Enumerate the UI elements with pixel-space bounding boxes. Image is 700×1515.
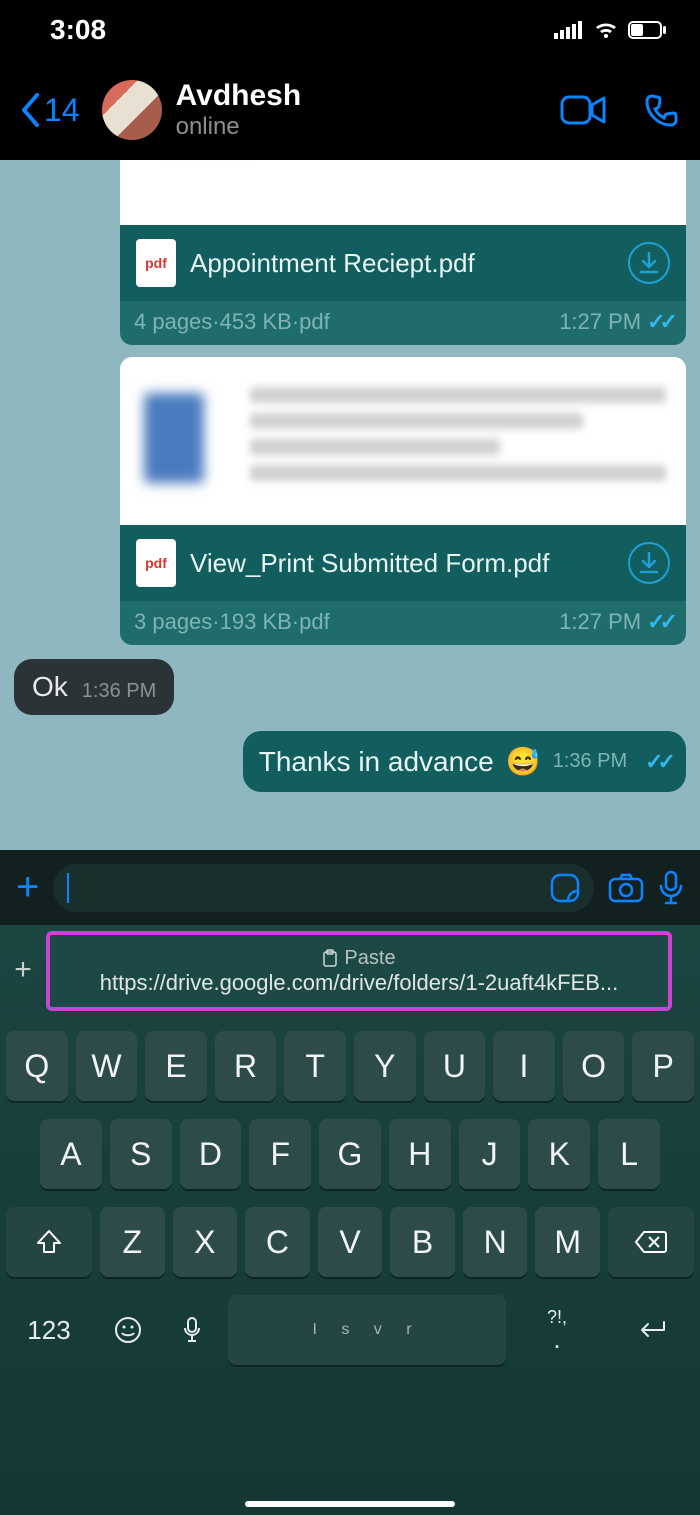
key-n[interactable]: N bbox=[463, 1207, 528, 1277]
message-outgoing-document[interactable]: pdf View_Print Submitted Form.pdf 3 page… bbox=[120, 357, 686, 645]
document-preview bbox=[120, 357, 686, 525]
key-return[interactable] bbox=[608, 1295, 694, 1365]
compose-bar: + bbox=[0, 850, 700, 925]
read-ticks-icon: ✓✓ bbox=[645, 749, 670, 775]
message-outgoing[interactable]: Thanks in advance 😅 1:36 PM ✓✓ bbox=[14, 731, 686, 792]
suggestion-add-button[interactable]: + bbox=[0, 953, 46, 987]
voice-message-button[interactable] bbox=[658, 870, 684, 906]
message-time: 1:27 PM bbox=[559, 609, 641, 635]
back-button[interactable]: 14 bbox=[20, 92, 80, 129]
avatar[interactable] bbox=[102, 80, 162, 140]
read-ticks-icon: ✓✓ bbox=[647, 309, 672, 335]
pdf-icon: pdf bbox=[136, 539, 176, 587]
key-shift[interactable] bbox=[6, 1207, 92, 1277]
key-space[interactable]: I s v r bbox=[228, 1295, 506, 1365]
voice-call-button[interactable] bbox=[644, 92, 680, 128]
status-bar: 3:08 bbox=[0, 0, 700, 60]
document-meta: 4 pages · 453 KB · pdf 1:27 PM ✓✓ bbox=[120, 301, 686, 345]
clock: 3:08 bbox=[50, 14, 106, 46]
key-d[interactable]: D bbox=[180, 1119, 242, 1189]
read-ticks-icon: ✓✓ bbox=[647, 609, 672, 635]
message-text: Thanks in advance bbox=[259, 746, 494, 778]
camera-button[interactable] bbox=[608, 873, 644, 903]
message-time: 1:36 PM bbox=[82, 680, 156, 703]
keyboard-row-1: Q W E R T Y U I O P bbox=[6, 1031, 694, 1101]
message-input[interactable] bbox=[53, 864, 594, 912]
clipboard-icon bbox=[322, 949, 338, 967]
paste-label: Paste bbox=[344, 947, 395, 970]
key-backspace[interactable] bbox=[608, 1207, 694, 1277]
contact-info[interactable]: Avdhesh online bbox=[176, 79, 560, 141]
home-indicator[interactable] bbox=[245, 1501, 455, 1507]
key-s[interactable]: S bbox=[110, 1119, 172, 1189]
document-preview bbox=[120, 160, 686, 225]
key-f[interactable]: F bbox=[249, 1119, 311, 1189]
key-m[interactable]: M bbox=[535, 1207, 600, 1277]
status-icons bbox=[554, 20, 668, 40]
keyboard-row-3: Z X C V B N M bbox=[6, 1207, 694, 1277]
key-punctuation[interactable]: ?!, . bbox=[514, 1295, 600, 1365]
key-w[interactable]: W bbox=[76, 1031, 138, 1101]
message-time: 1:27 PM bbox=[559, 309, 641, 335]
key-123[interactable]: 123 bbox=[6, 1295, 92, 1365]
document-meta: 3 pages · 193 KB · pdf 1:27 PM ✓✓ bbox=[120, 601, 686, 645]
attach-button[interactable]: + bbox=[16, 865, 39, 910]
message-outgoing-document[interactable]: pdf Appointment Reciept.pdf 4 pages · 45… bbox=[120, 160, 686, 345]
sticker-button[interactable] bbox=[550, 873, 580, 903]
key-emoji[interactable] bbox=[100, 1295, 156, 1365]
key-h[interactable]: H bbox=[389, 1119, 451, 1189]
back-count: 14 bbox=[44, 92, 80, 129]
paste-url: https://drive.google.com/drive/folders/1… bbox=[90, 970, 628, 996]
keyboard-row-2: A S D F G H J K L bbox=[6, 1119, 694, 1189]
key-q[interactable]: Q bbox=[6, 1031, 68, 1101]
key-c[interactable]: C bbox=[245, 1207, 310, 1277]
paste-suggestion[interactable]: Paste https://drive.google.com/drive/fol… bbox=[46, 931, 672, 1011]
keyboard-row-4: 123 I s v r ?!, . bbox=[6, 1295, 694, 1365]
document-name: Appointment Reciept.pdf bbox=[190, 247, 614, 280]
download-button[interactable] bbox=[628, 542, 670, 584]
key-g[interactable]: G bbox=[319, 1119, 381, 1189]
key-l[interactable]: L bbox=[598, 1119, 660, 1189]
key-i[interactable]: I bbox=[493, 1031, 555, 1101]
text-cursor bbox=[67, 873, 69, 903]
pdf-icon: pdf bbox=[136, 239, 176, 287]
contact-name: Avdhesh bbox=[176, 79, 560, 113]
key-o[interactable]: O bbox=[563, 1031, 625, 1101]
key-j[interactable]: J bbox=[459, 1119, 521, 1189]
download-button[interactable] bbox=[628, 242, 670, 284]
chat-header: 14 Avdhesh online bbox=[0, 60, 700, 160]
key-x[interactable]: X bbox=[173, 1207, 238, 1277]
message-time: 1:36 PM bbox=[553, 750, 627, 773]
key-k[interactable]: K bbox=[528, 1119, 590, 1189]
key-dictation[interactable] bbox=[164, 1295, 220, 1365]
key-r[interactable]: R bbox=[215, 1031, 277, 1101]
message-incoming[interactable]: Ok 1:36 PM bbox=[14, 659, 686, 715]
message-text: Ok bbox=[32, 671, 68, 703]
key-y[interactable]: Y bbox=[354, 1031, 416, 1101]
video-call-button[interactable] bbox=[560, 95, 606, 125]
emoji: 😅 bbox=[506, 745, 541, 778]
key-z[interactable]: Z bbox=[100, 1207, 165, 1277]
key-b[interactable]: B bbox=[390, 1207, 455, 1277]
key-u[interactable]: U bbox=[424, 1031, 486, 1101]
battery-icon bbox=[628, 21, 668, 39]
contact-status: online bbox=[176, 113, 560, 141]
key-e[interactable]: E bbox=[145, 1031, 207, 1101]
chat-area[interactable]: pdf Appointment Reciept.pdf 4 pages · 45… bbox=[0, 160, 700, 850]
key-p[interactable]: P bbox=[632, 1031, 694, 1101]
key-v[interactable]: V bbox=[318, 1207, 383, 1277]
key-t[interactable]: T bbox=[284, 1031, 346, 1101]
keyboard: Q W E R T Y U I O P A S D F G H J K L Z … bbox=[0, 1021, 700, 1515]
cellular-icon bbox=[554, 21, 584, 39]
keyboard-suggestion-row: + Paste https://drive.google.com/drive/f… bbox=[0, 925, 700, 1021]
document-name: View_Print Submitted Form.pdf bbox=[190, 547, 614, 580]
key-a[interactable]: A bbox=[40, 1119, 102, 1189]
wifi-icon bbox=[592, 20, 620, 40]
